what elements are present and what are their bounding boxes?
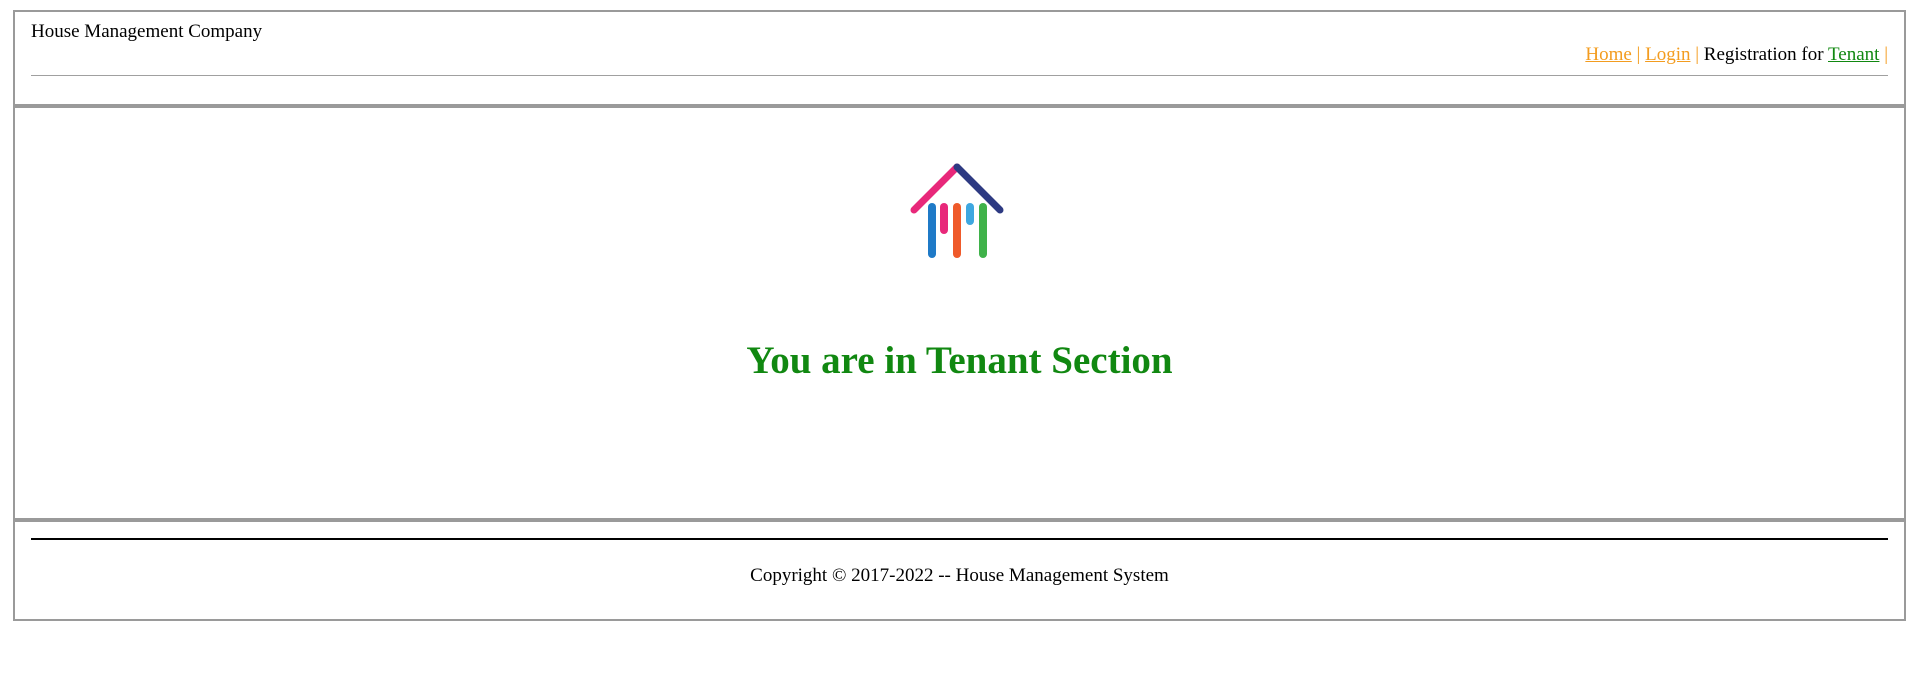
- page-frame: House Management Company Home | Login | …: [13, 10, 1906, 621]
- header: House Management Company Home | Login | …: [15, 12, 1904, 108]
- header-divider: [31, 75, 1888, 76]
- registration-text: Registration for: [1703, 44, 1824, 65]
- top-nav: Home | Login | Registration for Tenant |: [1585, 44, 1888, 66]
- copyright-text: Copyright © 2017-2022 -- House Managemen…: [750, 565, 1169, 586]
- footer: Copyright © 2017-2022 -- House Managemen…: [15, 522, 1904, 619]
- tenant-registration-link[interactable]: Tenant: [1828, 44, 1879, 65]
- nav-separator: |: [1636, 44, 1641, 65]
- company-name: House Management Company: [31, 21, 263, 42]
- section-title: You are in Tenant Section: [746, 339, 1173, 382]
- main-content: You are in Tenant Section: [15, 108, 1904, 522]
- house-logo-icon: [910, 163, 1004, 258]
- footer-divider: [31, 538, 1888, 540]
- nav-separator: |: [1695, 44, 1700, 65]
- home-link[interactable]: Home: [1585, 44, 1631, 65]
- login-link[interactable]: Login: [1645, 44, 1690, 65]
- nav-separator: |: [1884, 44, 1888, 65]
